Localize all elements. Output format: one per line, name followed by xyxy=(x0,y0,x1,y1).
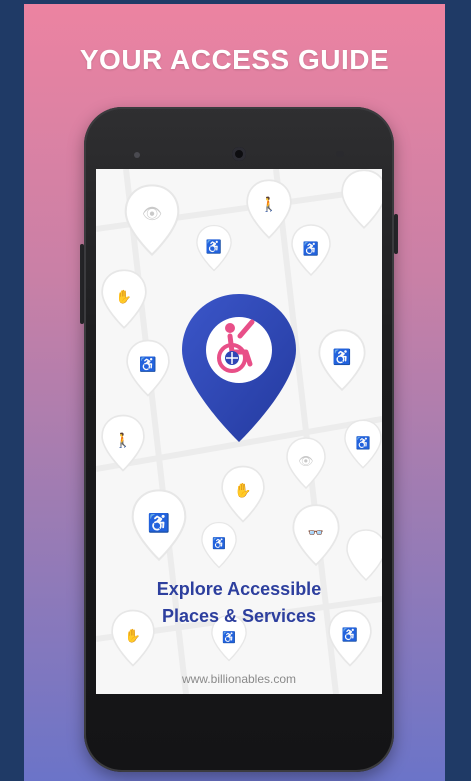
website-url: www.billionables.com xyxy=(181,672,297,686)
phone-mockup: 👁 🚶 ♿ ♿ ✋ ♿ ♿ 🚶 ♿ 👁 ✋ ♿ ♿ 👓 ✋ ♿ ♿ Explor… xyxy=(84,107,394,772)
svg-text:♿: ♿ xyxy=(212,537,226,550)
phone-proximity-sensor xyxy=(336,151,344,157)
bg-pin-13: ♿ xyxy=(131,489,187,561)
svg-text:♿: ♿ xyxy=(206,239,222,254)
promo-panel: YOUR ACCESS GUIDE 👁 🚶 ♿ ♿ ✋ ♿ ♿ 🚶 ♿ 👁 ✋ … xyxy=(24,4,445,781)
phone-power-button xyxy=(394,214,398,254)
bg-pin-8: ♿ xyxy=(126,339,170,397)
svg-text:👓: 👓 xyxy=(308,525,324,540)
phone-camera-icon xyxy=(232,147,246,161)
svg-text:♿: ♿ xyxy=(139,356,156,373)
bg-pin-16 xyxy=(346,529,382,581)
bg-pin-15: 👓 xyxy=(292,504,340,566)
bg-pin-5: ♿ xyxy=(291,224,331,276)
bg-pin-6: ✋ xyxy=(101,269,147,329)
svg-text:♿: ♿ xyxy=(222,631,236,644)
bg-pin-11: 👁 xyxy=(286,437,326,489)
svg-text:🚶: 🚶 xyxy=(114,432,131,449)
phone-sensor-dot xyxy=(134,152,140,158)
headline: YOUR ACCESS GUIDE xyxy=(79,44,390,75)
svg-text:♿: ♿ xyxy=(333,348,352,366)
bg-pin-7: ♿ xyxy=(318,329,366,391)
bg-pin-4: ♿ xyxy=(196,224,232,272)
tagline-line-2: Places & Services xyxy=(161,606,317,626)
svg-text:✋: ✋ xyxy=(234,482,251,498)
svg-text:👁: 👁 xyxy=(142,206,162,223)
bg-pin-12: ✋ xyxy=(221,465,265,523)
svg-text:✋: ✋ xyxy=(116,289,132,304)
bg-pin-10: ♿ xyxy=(344,419,382,469)
wheelchair-location-pin-icon xyxy=(182,294,296,442)
svg-text:♿: ♿ xyxy=(356,436,371,450)
svg-text:✋: ✋ xyxy=(125,628,141,643)
svg-text:🚶: 🚶 xyxy=(260,196,277,213)
tagline-line-1: Explore Accessible xyxy=(156,579,322,599)
bg-pin-14: ♿ xyxy=(201,521,237,569)
app-splash-screen: 👁 🚶 ♿ ♿ ✋ ♿ ♿ 🚶 ♿ 👁 ✋ ♿ ♿ 👓 ✋ ♿ ♿ Explor… xyxy=(96,169,382,694)
svg-text:♿: ♿ xyxy=(303,241,319,256)
bg-pin-3 xyxy=(341,169,382,229)
svg-text:♿: ♿ xyxy=(148,512,170,533)
svg-text:👁: 👁 xyxy=(298,454,313,468)
